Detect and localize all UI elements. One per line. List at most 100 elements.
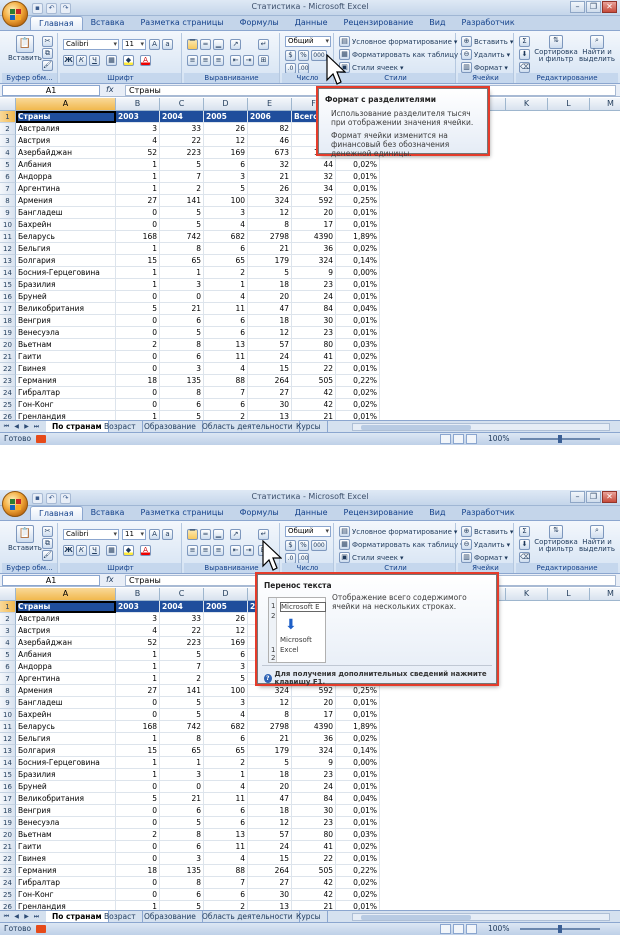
- paste-button[interactable]: 📋 Вставить: [8, 35, 42, 62]
- table-cell[interactable]: 5: [116, 793, 160, 805]
- grow-font-icon[interactable]: A: [149, 529, 160, 540]
- table-cell[interactable]: Болгария: [16, 745, 116, 757]
- table-cell[interactable]: 20: [248, 291, 292, 303]
- table-cell[interactable]: 8: [160, 733, 204, 745]
- table-cell[interactable]: 2: [160, 183, 204, 195]
- tab-2[interactable]: Разметка страницы: [132, 16, 231, 30]
- table-cell[interactable]: 7: [204, 387, 248, 399]
- table-cell[interactable]: 0,01%: [336, 853, 380, 865]
- table-cell[interactable]: 24: [292, 781, 336, 793]
- tab-7[interactable]: Разработчик: [453, 506, 522, 520]
- header-cell[interactable]: 2004: [160, 601, 204, 613]
- sort-filter-button[interactable]: ⇅ Сортировка и фильтр: [534, 35, 578, 63]
- number-format-combo[interactable]: Общий: [285, 526, 331, 537]
- sheet-tab[interactable]: Образование: [138, 911, 203, 922]
- tab-3[interactable]: Формулы: [232, 16, 287, 30]
- table-cell[interactable]: 0,01%: [336, 291, 380, 303]
- align-center-icon[interactable]: ≡: [200, 55, 211, 66]
- row-header[interactable]: 24: [0, 877, 16, 889]
- table-cell[interactable]: Гаити: [16, 841, 116, 853]
- align-right-icon[interactable]: ≡: [213, 545, 224, 556]
- row-header[interactable]: 12: [0, 243, 16, 255]
- copy-icon[interactable]: ⧉: [42, 48, 53, 59]
- column-header[interactable]: A: [16, 98, 116, 111]
- row-header[interactable]: 18: [0, 315, 16, 327]
- borders-icon[interactable]: ▦: [106, 55, 117, 66]
- table-cell[interactable]: Албания: [16, 649, 116, 661]
- column-header[interactable]: K: [506, 588, 548, 601]
- normal-view-icon[interactable]: [440, 434, 451, 444]
- table-cell[interactable]: 3: [116, 123, 160, 135]
- shrink-font-icon[interactable]: a: [162, 39, 173, 50]
- table-cell[interactable]: 4: [204, 363, 248, 375]
- table-cell[interactable]: 44: [292, 159, 336, 171]
- tab-4[interactable]: Данные: [287, 506, 336, 520]
- row-header[interactable]: 20: [0, 829, 16, 841]
- header-cell[interactable]: Страны: [16, 111, 116, 123]
- table-cell[interactable]: 0,25%: [336, 195, 380, 207]
- find-select-button[interactable]: ⌕ Найти и выделить: [578, 525, 616, 553]
- table-cell[interactable]: 52: [116, 147, 160, 159]
- table-cell[interactable]: 21: [248, 733, 292, 745]
- font-color-icon[interactable]: A: [140, 545, 151, 556]
- table-cell[interactable]: 3: [160, 279, 204, 291]
- row-header[interactable]: 2: [0, 613, 16, 625]
- row-header[interactable]: 3: [0, 135, 16, 147]
- page-break-view-icon[interactable]: [466, 924, 477, 934]
- align-top-icon[interactable]: ▔: [187, 39, 198, 50]
- table-cell[interactable]: 30: [248, 889, 292, 901]
- table-cell[interactable]: 27: [116, 195, 160, 207]
- row-header[interactable]: 20: [0, 339, 16, 351]
- table-cell[interactable]: 5: [204, 183, 248, 195]
- table-cell[interactable]: 30: [292, 315, 336, 327]
- align-bottom-icon[interactable]: ▁: [213, 529, 224, 540]
- insert-function-icon[interactable]: fx: [106, 85, 114, 94]
- fill-icon[interactable]: ⬇: [519, 539, 530, 550]
- table-cell[interactable]: 20: [292, 207, 336, 219]
- table-cell[interactable]: 8: [248, 219, 292, 231]
- table-cell[interactable]: 6: [204, 889, 248, 901]
- tab-0[interactable]: Главная: [30, 16, 83, 30]
- table-cell[interactable]: 12: [248, 817, 292, 829]
- table-cell[interactable]: 0: [116, 363, 160, 375]
- table-cell[interactable]: 1: [116, 171, 160, 183]
- table-cell[interactable]: 32: [292, 171, 336, 183]
- table-cell[interactable]: 9: [292, 267, 336, 279]
- scroll-thumb[interactable]: [361, 425, 471, 430]
- row-header[interactable]: 6: [0, 661, 16, 673]
- table-cell[interactable]: 324: [248, 195, 292, 207]
- table-cell[interactable]: Гибралтар: [16, 877, 116, 889]
- row-header[interactable]: 1: [0, 601, 16, 613]
- table-cell[interactable]: 0,01%: [336, 315, 380, 327]
- table-cell[interactable]: 505: [292, 865, 336, 877]
- table-cell[interactable]: 22: [160, 625, 204, 637]
- comma-style-icon[interactable]: 000: [311, 50, 327, 61]
- orientation-icon[interactable]: ↗: [230, 529, 241, 540]
- last-sheet-icon[interactable]: ⏭: [32, 912, 41, 921]
- row-header[interactable]: 19: [0, 327, 16, 339]
- page-layout-view-icon[interactable]: [453, 924, 464, 934]
- table-cell[interactable]: 4: [204, 853, 248, 865]
- table-cell[interactable]: 33: [160, 123, 204, 135]
- zoom-level[interactable]: 100%: [488, 923, 509, 935]
- table-cell[interactable]: 179: [248, 745, 292, 757]
- row-header[interactable]: 7: [0, 673, 16, 685]
- align-right-icon[interactable]: ≡: [213, 55, 224, 66]
- table-cell[interactable]: 84: [292, 303, 336, 315]
- align-left-icon[interactable]: ≡: [187, 55, 198, 66]
- table-cell[interactable]: Албания: [16, 159, 116, 171]
- macro-record-icon[interactable]: [36, 435, 46, 443]
- table-cell[interactable]: 6: [160, 399, 204, 411]
- row-header[interactable]: 12: [0, 733, 16, 745]
- table-cell[interactable]: 30: [292, 805, 336, 817]
- table-cell[interactable]: 42: [292, 399, 336, 411]
- table-cell[interactable]: 1: [116, 267, 160, 279]
- table-cell[interactable]: 30: [248, 399, 292, 411]
- table-cell[interactable]: Бангладеш: [16, 697, 116, 709]
- table-cell[interactable]: 0,04%: [336, 303, 380, 315]
- row-header[interactable]: 2: [0, 123, 16, 135]
- column-header[interactable]: C: [160, 98, 204, 111]
- sheet-tab[interactable]: Область деятельности: [196, 911, 300, 922]
- table-cell[interactable]: 4: [204, 781, 248, 793]
- shrink-font-icon[interactable]: a: [162, 529, 173, 540]
